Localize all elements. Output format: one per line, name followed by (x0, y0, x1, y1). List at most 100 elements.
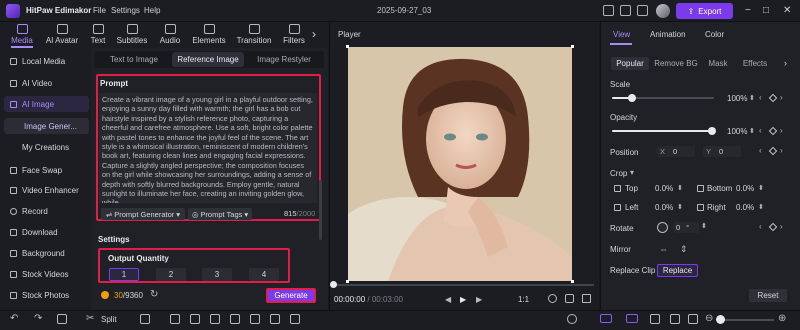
mode-reference-image[interactable]: Reference Image (172, 52, 244, 67)
play-icon[interactable]: ▶ (460, 295, 466, 304)
reset-button[interactable]: Reset (749, 289, 787, 302)
fullscreen-icon[interactable] (582, 294, 591, 303)
menu-settings[interactable]: Settings (111, 6, 140, 15)
next-keyframe-icon[interactable]: › (780, 222, 783, 231)
mirror-vertical-icon[interactable]: ⇕ (680, 244, 688, 255)
sidebar-item-download[interactable]: Download (4, 224, 89, 240)
sidebar-item-background[interactable]: Background (4, 245, 89, 261)
split-screen-icon[interactable] (670, 314, 680, 324)
player-progress-track[interactable] (332, 284, 594, 286)
crop-left-icon[interactable] (614, 204, 621, 211)
scale-value[interactable]: 100% (727, 94, 747, 103)
sidebar-item-local-media[interactable]: Local Media (4, 53, 89, 69)
mode-image-restyler[interactable]: Image Restyler (246, 52, 322, 67)
tab-transition[interactable]: Transition (234, 22, 274, 48)
prop-tab-color[interactable]: Color (705, 30, 724, 39)
opacity-slider[interactable] (612, 130, 714, 132)
crop-left-value[interactable]: 0.0% (655, 203, 673, 212)
crop-top-value[interactable]: 0.0% (655, 184, 673, 193)
crop-handle[interactable] (346, 45, 349, 48)
panel-scrollbar[interactable] (319, 180, 322, 240)
stepper-icon[interactable]: ⬍ (758, 203, 764, 211)
gift-icon[interactable] (637, 5, 648, 16)
subtab-mask[interactable]: Mask (704, 57, 732, 70)
prev-keyframe-icon[interactable]: ‹ (759, 126, 762, 135)
mirror-horizontal-icon[interactable]: ⇔ (659, 244, 668, 254)
maximize-icon[interactable]: □ (763, 5, 769, 16)
sidebar-item-record[interactable]: Record (4, 203, 89, 219)
crop-tool-icon[interactable] (170, 314, 180, 324)
crop-bottom-value[interactable]: 0.0% (736, 184, 754, 193)
text-tool-icon[interactable] (250, 314, 260, 324)
prev-keyframe-icon[interactable]: ‹ (759, 146, 762, 155)
link-icon[interactable] (626, 314, 638, 323)
stepper-icon[interactable]: ⬍ (677, 184, 683, 192)
chevron-right-icon[interactable]: › (312, 27, 316, 41)
prop-tab-animation[interactable]: Animation (650, 30, 686, 39)
sidebar-item-ai-image[interactable]: AI Image (4, 96, 89, 112)
freeze-icon[interactable] (140, 314, 150, 324)
zoom-out-icon[interactable]: ⊖ (705, 313, 713, 324)
sidebar-subitem-image-generator[interactable]: Image Gener... (4, 118, 89, 134)
mask-icon[interactable] (230, 314, 240, 324)
color-icon[interactable] (210, 314, 220, 324)
tab-ai-avatar[interactable]: AI Avatar (42, 22, 82, 48)
opacity-slider-knob[interactable] (708, 127, 716, 135)
rotate-field[interactable]: 0 ° (673, 222, 699, 233)
preview-line-icon[interactable] (650, 314, 660, 324)
tab-subtitles[interactable]: Subtitles (112, 22, 152, 48)
close-icon[interactable]: ✕ (783, 5, 791, 16)
crop-right-value[interactable]: 0.0% (736, 203, 754, 212)
stepper-icon[interactable]: ⬍ (749, 94, 755, 102)
speed-icon[interactable] (190, 314, 200, 324)
redo-icon[interactable]: ↷ (34, 313, 42, 324)
cart-icon[interactable] (620, 5, 631, 16)
next-frame-icon[interactable]: ▶ (476, 295, 482, 304)
export-button[interactable]: ⇪ Export (676, 3, 733, 19)
quantity-option-2[interactable]: 2 (156, 268, 186, 281)
sidebar-item-ai-video[interactable]: AI Video (4, 75, 89, 91)
mode-text-to-image[interactable]: Text to Image (96, 52, 172, 67)
prompt-generator-dropdown[interactable]: ⇌ Prompt Generator ▾ (101, 208, 185, 220)
delete-icon[interactable] (57, 314, 67, 324)
tab-elements[interactable]: Elements (189, 22, 229, 48)
quantity-option-1[interactable]: 1 (109, 268, 139, 281)
minimize-icon[interactable]: − (745, 5, 751, 16)
aspect-ratio-select[interactable]: 1:1 (518, 295, 529, 304)
menu-file[interactable]: File (93, 6, 106, 15)
preview-image[interactable] (328, 47, 572, 297)
replace-button[interactable]: Replace (657, 264, 698, 277)
sidebar-item-stock-videos[interactable]: Stock Videos (4, 266, 89, 282)
tab-media[interactable]: Media (2, 22, 42, 48)
snapshot-icon[interactable] (548, 294, 557, 303)
crop-handle[interactable] (571, 280, 574, 283)
stepper-icon[interactable]: ⬍ (701, 222, 707, 230)
sidebar-item-video-enhancer[interactable]: Video Enhancer (4, 182, 89, 198)
prev-keyframe-icon[interactable]: ‹ (759, 93, 762, 102)
track-icon[interactable] (688, 314, 698, 324)
quantity-option-3[interactable]: 3 (202, 268, 232, 281)
audio-tool-icon[interactable] (270, 314, 280, 324)
next-keyframe-icon[interactable]: › (780, 126, 783, 135)
ai-tool-icon[interactable] (290, 314, 300, 324)
chevron-right-icon[interactable]: › (784, 58, 787, 68)
chevron-down-icon[interactable]: ▾ (630, 168, 634, 177)
generate-button[interactable]: Generate (266, 288, 316, 303)
quality-icon[interactable] (565, 294, 574, 303)
stepper-icon[interactable]: ⬍ (677, 203, 683, 211)
prev-keyframe-icon[interactable]: ‹ (759, 222, 762, 231)
stepper-icon[interactable]: ⬍ (749, 127, 755, 135)
microphone-icon[interactable] (567, 314, 577, 324)
quantity-option-4[interactable]: 4 (249, 268, 279, 281)
layout-icon[interactable] (603, 5, 614, 16)
sidebar-item-face-swap[interactable]: Face Swap (4, 162, 89, 178)
tab-filters[interactable]: Filters (274, 22, 314, 48)
next-keyframe-icon[interactable]: › (780, 93, 783, 102)
scissors-icon[interactable]: ✂ (86, 313, 94, 324)
crop-right-icon[interactable] (697, 204, 704, 211)
prev-frame-icon[interactable]: ◀ (445, 295, 451, 304)
position-y-field[interactable]: Y0 (703, 146, 741, 157)
rotate-dial-icon[interactable] (657, 222, 668, 233)
tab-audio[interactable]: Audio (150, 22, 190, 48)
crop-handle[interactable] (346, 280, 349, 283)
